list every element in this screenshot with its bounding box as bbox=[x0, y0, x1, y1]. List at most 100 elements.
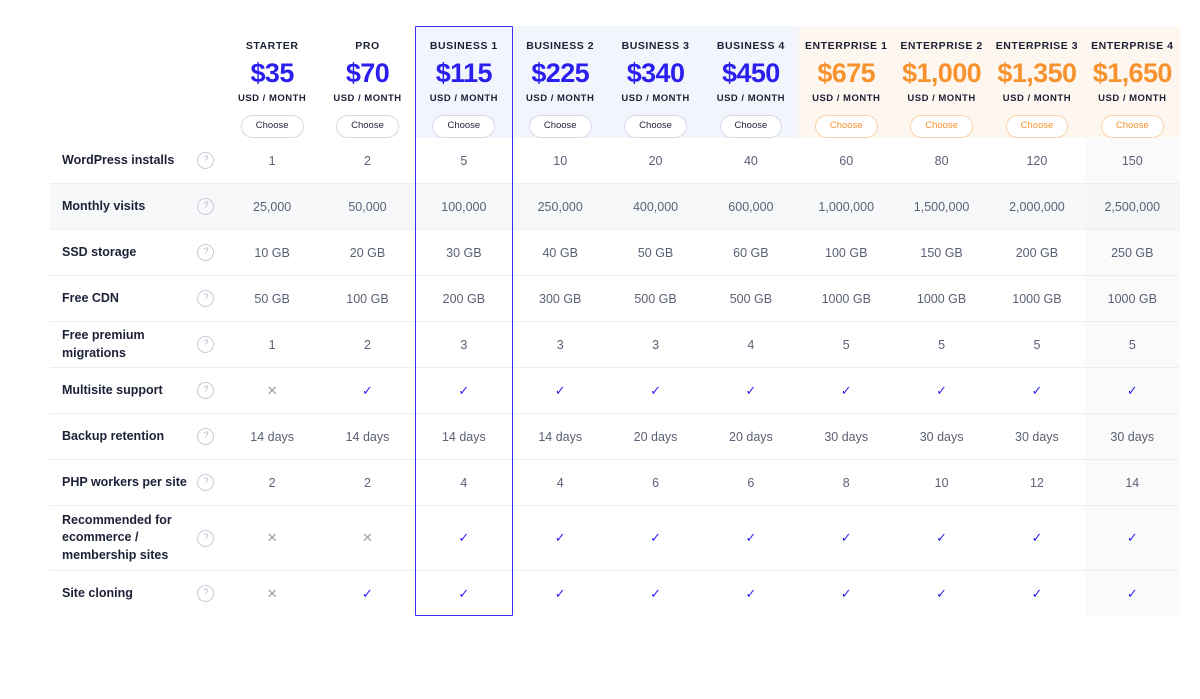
plan-card: ENTERPRISE 4$1,650USD / MONTHChoose bbox=[1085, 26, 1180, 138]
plan-card: BUSINESS 3$340USD / MONTHChoose bbox=[608, 26, 703, 138]
table-row: WordPress installs?1251020406080120150 bbox=[50, 138, 1180, 184]
help-icon[interactable]: ? bbox=[197, 585, 214, 602]
feature-inner: Backup retention? bbox=[62, 428, 214, 445]
value-cell: 60 bbox=[799, 138, 894, 184]
help-icon[interactable]: ? bbox=[197, 336, 214, 353]
plan-period: USD / MONTH bbox=[226, 93, 317, 104]
feature-cell: Free premium migrations? bbox=[50, 322, 224, 368]
feature-label: WordPress installs bbox=[62, 152, 174, 169]
value-cell: ✓ bbox=[989, 368, 1084, 414]
plan-header-5: BUSINESS 3$340USD / MONTHChoose bbox=[608, 26, 703, 138]
help-icon[interactable]: ? bbox=[197, 382, 214, 399]
cell-value: 20 days bbox=[634, 430, 678, 444]
cell-value: 30 days bbox=[1110, 430, 1154, 444]
help-icon[interactable]: ? bbox=[197, 152, 214, 169]
cell-value: 20 bbox=[649, 154, 663, 168]
plan-period: USD / MONTH bbox=[322, 93, 413, 104]
choose-button-2[interactable]: Choose bbox=[336, 115, 399, 138]
feature-label: Site cloning bbox=[62, 585, 133, 602]
cell-value: 40 bbox=[744, 154, 758, 168]
value-cell: 5 bbox=[799, 322, 894, 368]
help-icon[interactable]: ? bbox=[197, 198, 214, 215]
value-cell: 6 bbox=[608, 460, 703, 506]
plan-name: ENTERPRISE 4 bbox=[1087, 40, 1178, 52]
feature-inner: Multisite support? bbox=[62, 382, 214, 399]
value-cell: ✓ bbox=[894, 571, 989, 617]
choose-button-7[interactable]: Choose bbox=[815, 115, 878, 138]
choose-button-10[interactable]: Choose bbox=[1101, 115, 1164, 138]
check-icon: ✓ bbox=[841, 586, 852, 601]
help-icon[interactable]: ? bbox=[197, 474, 214, 491]
cell-value: 250,000 bbox=[538, 200, 583, 214]
check-icon: ✓ bbox=[745, 383, 756, 398]
cell-value: 300 GB bbox=[539, 292, 581, 306]
plan-header-2: PRO$70USD / MONTHChoose bbox=[320, 26, 415, 138]
plan-period: USD / MONTH bbox=[801, 93, 892, 104]
feature-inner: Site cloning? bbox=[62, 585, 214, 602]
plan-header-9: ENTERPRISE 3$1,350USD / MONTHChoose bbox=[989, 26, 1084, 138]
cell-value: 3 bbox=[652, 338, 659, 352]
help-icon[interactable]: ? bbox=[197, 530, 214, 547]
cell-value: 50 GB bbox=[638, 246, 673, 260]
table-row: Site cloning?✕✓✓✓✓✓✓✓✓✓ bbox=[50, 571, 1180, 617]
choose-button-6[interactable]: Choose bbox=[720, 115, 783, 138]
choose-button-1[interactable]: Choose bbox=[241, 115, 304, 138]
plan-price: $1,350 bbox=[991, 59, 1082, 87]
value-cell: 25,000 bbox=[224, 184, 319, 230]
plan-period: USD / MONTH bbox=[705, 93, 796, 104]
choose-button-9[interactable]: Choose bbox=[1006, 115, 1069, 138]
cell-value: 60 bbox=[839, 154, 853, 168]
value-cell: ✓ bbox=[415, 368, 512, 414]
plan-period: USD / MONTH bbox=[515, 93, 606, 104]
pricing-comparison-table: STARTER$35USD / MONTHChoosePRO$70USD / M… bbox=[0, 26, 1200, 699]
value-cell: 1000 GB bbox=[989, 276, 1084, 322]
help-icon[interactable]: ? bbox=[197, 290, 214, 307]
cell-value: 20 days bbox=[729, 430, 773, 444]
cell-value: 5 bbox=[460, 154, 467, 168]
table-row: Multisite support?✕✓✓✓✓✓✓✓✓✓ bbox=[50, 368, 1180, 414]
plan-card: ENTERPRISE 2$1,000USD / MONTHChoose bbox=[894, 26, 989, 138]
plan-card: STARTER$35USD / MONTHChoose bbox=[224, 26, 319, 138]
value-cell: ✓ bbox=[513, 571, 608, 617]
cell-value: 4 bbox=[747, 338, 754, 352]
help-icon[interactable]: ? bbox=[197, 428, 214, 445]
value-cell: 3 bbox=[513, 322, 608, 368]
plan-name: BUSINESS 2 bbox=[515, 40, 606, 52]
plan-price: $1,000 bbox=[896, 59, 987, 87]
cell-value: 1000 GB bbox=[1108, 292, 1157, 306]
value-cell: 1,500,000 bbox=[894, 184, 989, 230]
value-cell: ✓ bbox=[1085, 506, 1180, 571]
cell-value: 2,500,000 bbox=[1104, 200, 1160, 214]
choose-button-3[interactable]: Choose bbox=[432, 115, 495, 138]
feature-cell: Monthly visits? bbox=[50, 184, 224, 230]
value-cell: 30 GB bbox=[415, 230, 512, 276]
value-cell: ✓ bbox=[799, 506, 894, 571]
cell-value: 600,000 bbox=[728, 200, 773, 214]
value-cell: 4 bbox=[415, 460, 512, 506]
cell-value: 14 days bbox=[346, 430, 390, 444]
cross-icon: ✕ bbox=[267, 383, 278, 398]
cell-value: 5 bbox=[1033, 338, 1040, 352]
cell-value: 5 bbox=[1129, 338, 1136, 352]
value-cell: 300 GB bbox=[513, 276, 608, 322]
choose-button-4[interactable]: Choose bbox=[529, 115, 592, 138]
plan-name: ENTERPRISE 1 bbox=[801, 40, 892, 52]
value-cell: 100 GB bbox=[799, 230, 894, 276]
cell-value: 30 days bbox=[920, 430, 964, 444]
value-cell: 6 bbox=[703, 460, 798, 506]
choose-button-5[interactable]: Choose bbox=[624, 115, 687, 138]
value-cell: 14 days bbox=[320, 414, 415, 460]
value-cell: 150 GB bbox=[894, 230, 989, 276]
plan-name: ENTERPRISE 3 bbox=[991, 40, 1082, 52]
value-cell: ✓ bbox=[415, 571, 512, 617]
help-icon[interactable]: ? bbox=[197, 244, 214, 261]
cell-value: 50,000 bbox=[348, 200, 386, 214]
cell-value: 3 bbox=[460, 338, 467, 352]
value-cell: 5 bbox=[1085, 322, 1180, 368]
plan-header-3: BUSINESS 1$115USD / MONTHChoose bbox=[415, 26, 512, 138]
value-cell: ✕ bbox=[224, 368, 319, 414]
value-cell: 400,000 bbox=[608, 184, 703, 230]
check-icon: ✓ bbox=[1031, 383, 1042, 398]
choose-button-8[interactable]: Choose bbox=[910, 115, 973, 138]
cell-value: 120 bbox=[1026, 154, 1047, 168]
